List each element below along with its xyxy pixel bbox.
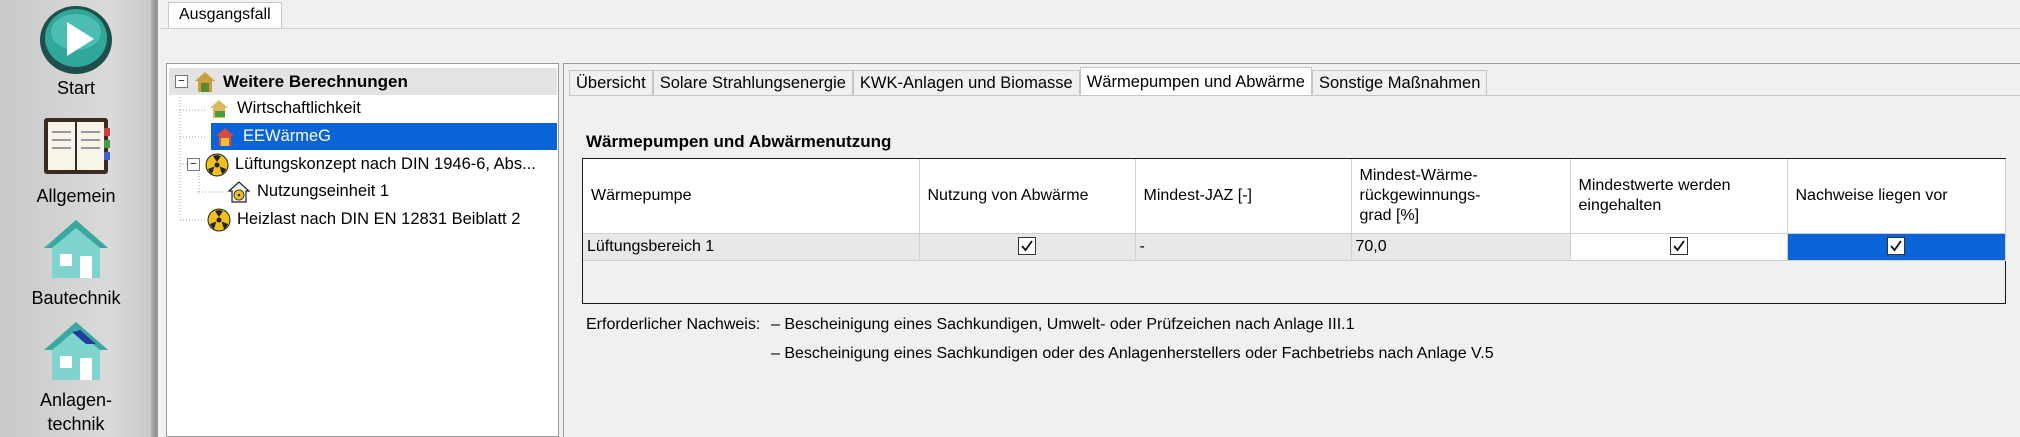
tab-solare-strahlungsenergie[interactable]: Solare Strahlungsenergie — [652, 70, 853, 96]
tree-root-label: Weitere Berechnungen — [223, 71, 408, 91]
calculator-house-icon — [195, 71, 215, 92]
ventilation-icon — [205, 153, 229, 176]
case-tab-strip: Ausgangsfall — [160, 0, 2020, 64]
header-line: rückgewinnungs- — [1359, 186, 1481, 204]
play-icon — [40, 6, 112, 74]
note-item: – Bescheinigung eines Sachkundigen, Umwe… — [771, 316, 1355, 333]
header-line: eingehalten — [1578, 196, 1662, 214]
table-row[interactable]: Lüftungsbereich 1 - 70,0 — [583, 233, 2006, 261]
tab-sonstige-massnahmen[interactable]: Sonstige Maßnahmen — [1311, 70, 1488, 96]
tree-item-wirtschaftlichkeit[interactable]: Wirtschaftlichkeit — [207, 95, 361, 122]
column-header: Nachweise liegen vor — [1787, 159, 2006, 234]
ventilation-icon — [207, 208, 231, 231]
case-tab-divider — [160, 28, 2020, 29]
tree-item-label: EEWärmeG — [243, 127, 332, 145]
column-header: Mindestwerte werden eingehalten — [1570, 159, 1788, 234]
house-icon — [44, 220, 108, 278]
launcher-allgemein[interactable]: Allgemein — [0, 112, 152, 208]
calculation-tree: − Weitere Berechnungen Wirtschaftlichkei… — [166, 63, 559, 437]
cell-waermepumpe[interactable]: Lüftungsbereich 1 — [583, 233, 920, 261]
tree-item-label: Wirtschaftlichkeit — [237, 99, 361, 117]
launcher-bautechnik-label: Bautechnik — [31, 288, 121, 308]
house-ventilation-icon — [227, 180, 251, 203]
tree-item-label: Heizlast nach DIN EN 12831 Beiblatt 2 — [237, 210, 521, 228]
column-header: Mindest-JAZ [-] — [1135, 159, 1352, 234]
tab-ausgangsfall[interactable]: Ausgangsfall — [168, 2, 282, 28]
checkbox-checked[interactable] — [1018, 237, 1036, 256]
house-money-icon — [210, 99, 228, 118]
tree-item-label: Nutzungseinheit 1 — [257, 182, 390, 200]
launcher-anlagentechnik[interactable]: Anlagen- technik — [0, 316, 152, 436]
tab-uebersicht[interactable]: Übersicht — [569, 70, 653, 96]
launcher-bautechnik[interactable]: Bautechnik — [0, 214, 152, 310]
tree-root-weitere-berechnungen[interactable]: − Weitere Berechnungen — [169, 68, 557, 95]
table-header-row: Wärmepumpe Nutzung von Abwärme Mindest-J… — [583, 159, 2006, 234]
notes-label: Erforderlicher Nachweis: — [586, 316, 761, 333]
launcher-start-label: Start — [56, 78, 95, 98]
header-line: Mindest-Wärme- — [1359, 166, 1478, 184]
tree-item-nutzungseinheit[interactable]: Nutzungseinheit 1 — [227, 178, 389, 205]
content-tabs: Übersicht Solare Strahlungsenergie KWK-A… — [569, 67, 1488, 96]
tree-item-label: Lüftungskonzept nach DIN 1946-6, Abs... — [235, 155, 536, 173]
checkbox-checked[interactable] — [1887, 237, 1905, 256]
cell-nutzung-abwaerme[interactable] — [919, 233, 1136, 261]
collapse-icon[interactable]: − — [187, 158, 200, 171]
cell-nachweise-vorhanden[interactable] — [1787, 233, 2006, 261]
house-energy-icon — [216, 127, 234, 146]
section-title: Wärmepumpen und Abwärmenutzung — [586, 132, 892, 151]
column-header: Wärmepumpe — [583, 159, 920, 234]
tree-item-eewaermeg[interactable]: EEWärmeG — [211, 123, 557, 150]
tree-item-lueftungskonzept[interactable]: − Lüftungskonzept nach DIN 1946-6, Abs..… — [187, 151, 536, 178]
header-line: grad [%] — [1359, 206, 1420, 224]
column-header: Mindest-Wärme- rückgewinnungs- grad [%] — [1351, 159, 1571, 234]
house-solar-icon — [44, 322, 108, 380]
launcher-anlagentechnik-label-2: technik — [47, 414, 105, 434]
launcher-bar: Start Allgemein Bautechnik Anlagen- tech… — [0, 0, 158, 437]
tree-item-heizlast[interactable]: Heizlast nach DIN EN 12831 Beiblatt 2 — [207, 206, 520, 233]
checkbox-checked[interactable] — [1669, 237, 1688, 256]
cell-mindest-rueckgewinnung[interactable]: 70,0 — [1351, 233, 1571, 261]
cell-mindest-jaz[interactable]: - — [1135, 233, 1352, 261]
launcher-allgemein-label: Allgemein — [36, 186, 116, 206]
notebook-icon — [44, 118, 110, 174]
waermepumpen-table: Wärmepumpe Nutzung von Abwärme Mindest-J… — [582, 158, 2006, 304]
cell-mindestwerte-eingehalten[interactable] — [1570, 233, 1788, 261]
column-header: Nutzung von Abwärme — [919, 159, 1136, 234]
tab-waermepumpen[interactable]: Wärmepumpen und Abwärme — [1079, 67, 1312, 96]
note-item: – Bescheinigung eines Sachkundigen oder … — [771, 345, 1494, 362]
launcher-anlagentechnik-label-1: Anlagen- — [39, 390, 113, 410]
collapse-icon[interactable]: − — [175, 75, 188, 88]
tab-kwk-anlagen[interactable]: KWK-Anlagen und Biomasse — [852, 70, 1080, 96]
launcher-start[interactable]: Start — [0, 4, 152, 100]
content-panel: Übersicht Solare Strahlungsenergie KWK-A… — [563, 63, 2020, 437]
header-line: Mindestwerte werden — [1578, 176, 1731, 194]
